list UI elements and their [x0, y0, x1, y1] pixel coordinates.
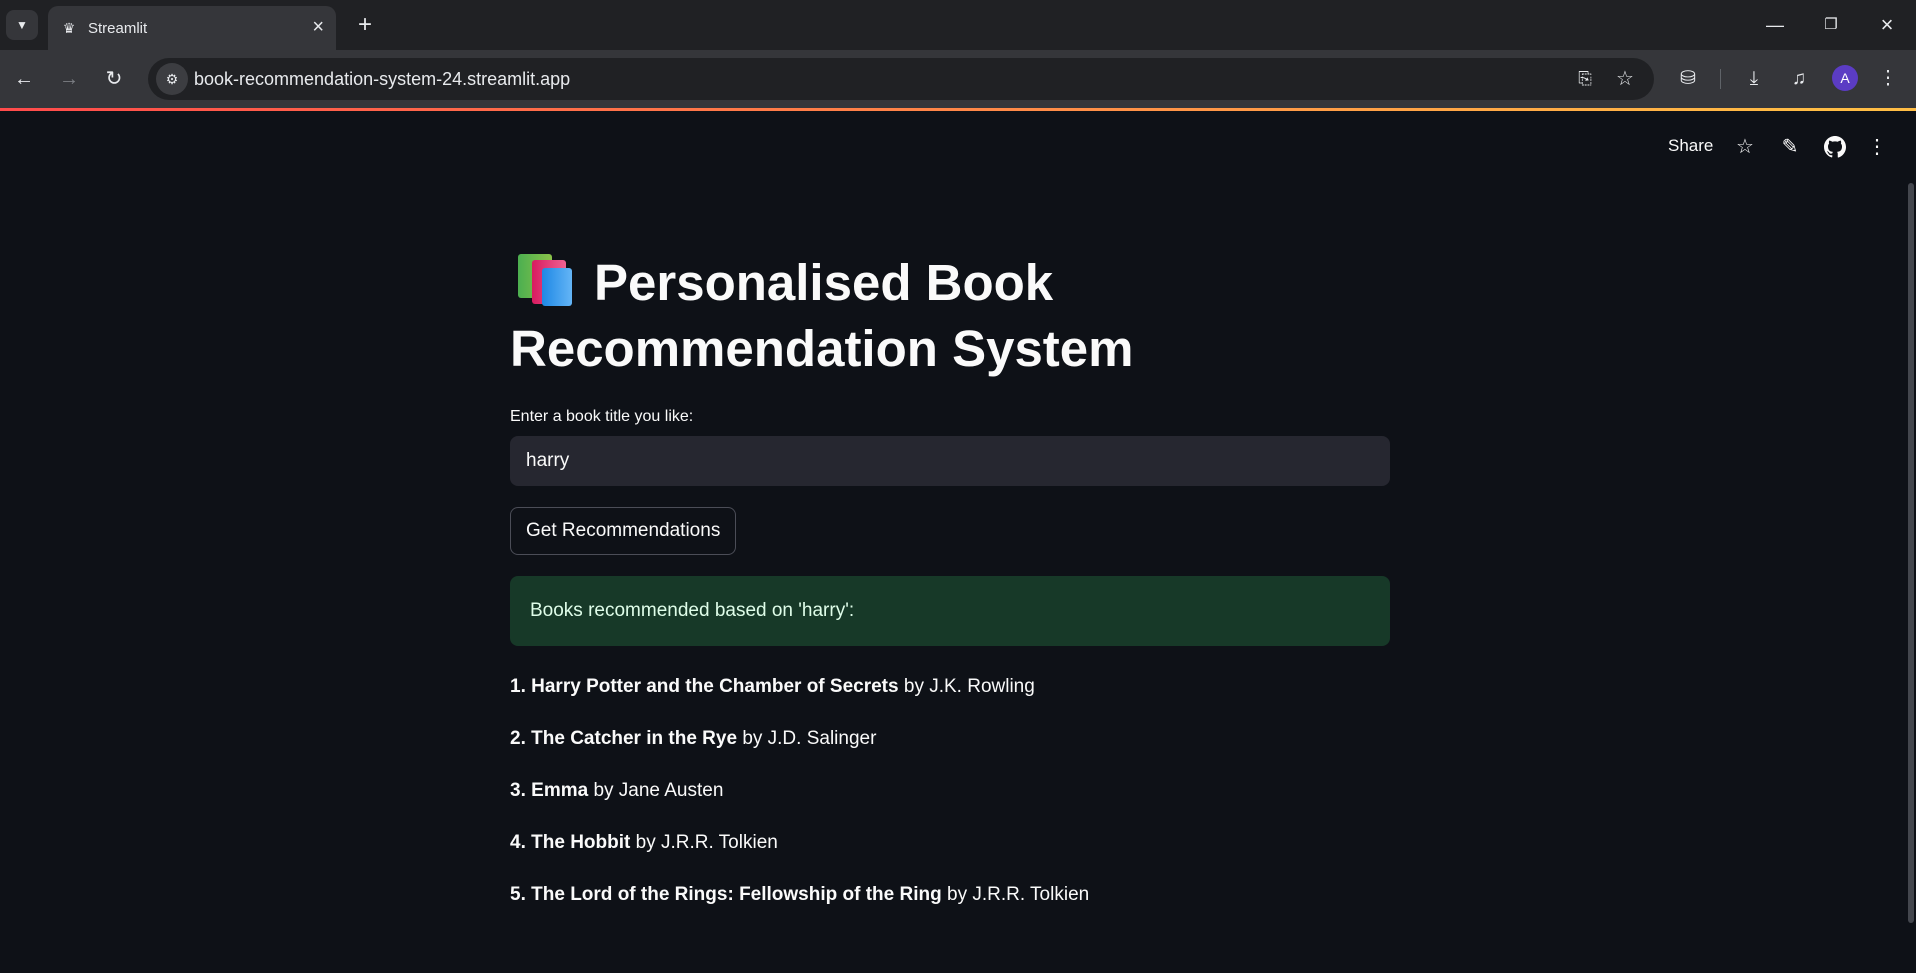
- book-title-input-value[interactable]: harry: [526, 450, 569, 472]
- reload-icon[interactable]: ↻: [98, 63, 130, 95]
- recommendation-author: by J.D. Salinger: [742, 728, 877, 749]
- browser-tab-bar: ▼ ♛ Streamlit × + — ❐ ×: [0, 0, 1916, 50]
- app-menu-icon[interactable]: ⋮: [1862, 132, 1892, 162]
- media-controls-icon[interactable]: ♫: [1783, 63, 1815, 95]
- book-title-input[interactable]: harry: [510, 436, 1390, 486]
- new-tab-button[interactable]: +: [350, 10, 380, 40]
- star-icon[interactable]: ☆: [1730, 132, 1760, 162]
- close-window-icon[interactable]: ×: [1867, 10, 1907, 40]
- share-button[interactable]: Share: [1668, 136, 1713, 156]
- title-line-1: Personalised Book: [594, 254, 1054, 311]
- recommendation-title: The Catcher in the Rye: [531, 728, 738, 749]
- restore-window-icon[interactable]: ❐: [1811, 10, 1851, 40]
- bookmark-star-icon[interactable]: ☆: [1610, 64, 1640, 94]
- extensions-icon[interactable]: ⛁: [1672, 63, 1704, 95]
- success-alert: Books recommended based on 'harry':: [510, 576, 1390, 646]
- recommendation-author: by J.K. Rowling: [903, 676, 1035, 697]
- edit-pencil-icon[interactable]: ✎: [1775, 132, 1805, 162]
- streamlit-decoration-bar: [0, 108, 1916, 111]
- browser-tab[interactable]: ♛ Streamlit ×: [48, 6, 336, 50]
- back-icon[interactable]: ←: [8, 63, 40, 95]
- tab-title: Streamlit: [88, 20, 148, 37]
- install-app-icon[interactable]: ⎘: [1570, 64, 1600, 94]
- chevron-down-icon: ▼: [16, 18, 28, 32]
- tab-search-button[interactable]: ▼: [6, 10, 38, 40]
- recommendation-list: 1. Harry Potter and the Chamber of Secre…: [510, 661, 1390, 921]
- close-tab-icon[interactable]: ×: [312, 17, 324, 37]
- url-text[interactable]: book-recommendation-system-24.streamlit.…: [194, 69, 570, 90]
- recommendation-item: 1. Harry Potter and the Chamber of Secre…: [510, 676, 1035, 697]
- recommendation-item: 4. The Hobbit by J.R.R. Tolkien: [510, 832, 778, 853]
- recommendation-author: by J.R.R. Tolkien: [635, 832, 778, 853]
- success-message: Books recommended based on 'harry':: [530, 600, 855, 621]
- address-bar[interactable]: ⚙ book-recommendation-system-24.streamli…: [148, 58, 1654, 100]
- recommendation-title: The Lord of the Rings: Fellowship of the…: [531, 884, 942, 905]
- forward-icon[interactable]: →: [53, 63, 85, 95]
- title-line-2: Recommendation System: [510, 320, 1134, 377]
- recommendation-author: by J.R.R. Tolkien: [947, 884, 1090, 905]
- main-content: Personalised Book Recommendation System …: [510, 250, 1390, 921]
- scrollbar[interactable]: [1908, 183, 1914, 923]
- get-recommendations-button[interactable]: Get Recommendations: [510, 507, 737, 555]
- recommendation-item: 3. Emma by Jane Austen: [510, 780, 724, 801]
- github-icon[interactable]: [1820, 132, 1850, 162]
- minimize-window-icon[interactable]: —: [1755, 10, 1795, 40]
- recommendation-title: The Hobbit: [531, 832, 631, 853]
- recommendation-title: Harry Potter and the Chamber of Secrets: [531, 676, 899, 697]
- recommendation-item: 5. The Lord of the Rings: Fellowship of …: [510, 884, 1090, 905]
- recommendation-item: 2. The Catcher in the Rye by J.D. Saling…: [510, 728, 877, 749]
- book-title-label: Enter a book title you like:: [510, 408, 694, 425]
- browser-menu-icon[interactable]: ⋮: [1872, 63, 1904, 95]
- browser-toolbar: ← → ↻ ⚙ book-recommendation-system-24.st…: [0, 50, 1916, 108]
- recommendation-author: by Jane Austen: [593, 780, 724, 801]
- site-settings-icon[interactable]: ⚙: [156, 63, 188, 95]
- page-title: Personalised Book Recommendation System: [510, 250, 1390, 382]
- profile-avatar[interactable]: A: [1832, 65, 1858, 91]
- recommendation-title: Emma: [531, 780, 589, 801]
- books-icon: [518, 254, 576, 306]
- downloads-icon[interactable]: ⤓: [1738, 63, 1770, 95]
- toolbar-divider: [1720, 69, 1721, 89]
- streamlit-crown-icon: ♛: [62, 20, 76, 36]
